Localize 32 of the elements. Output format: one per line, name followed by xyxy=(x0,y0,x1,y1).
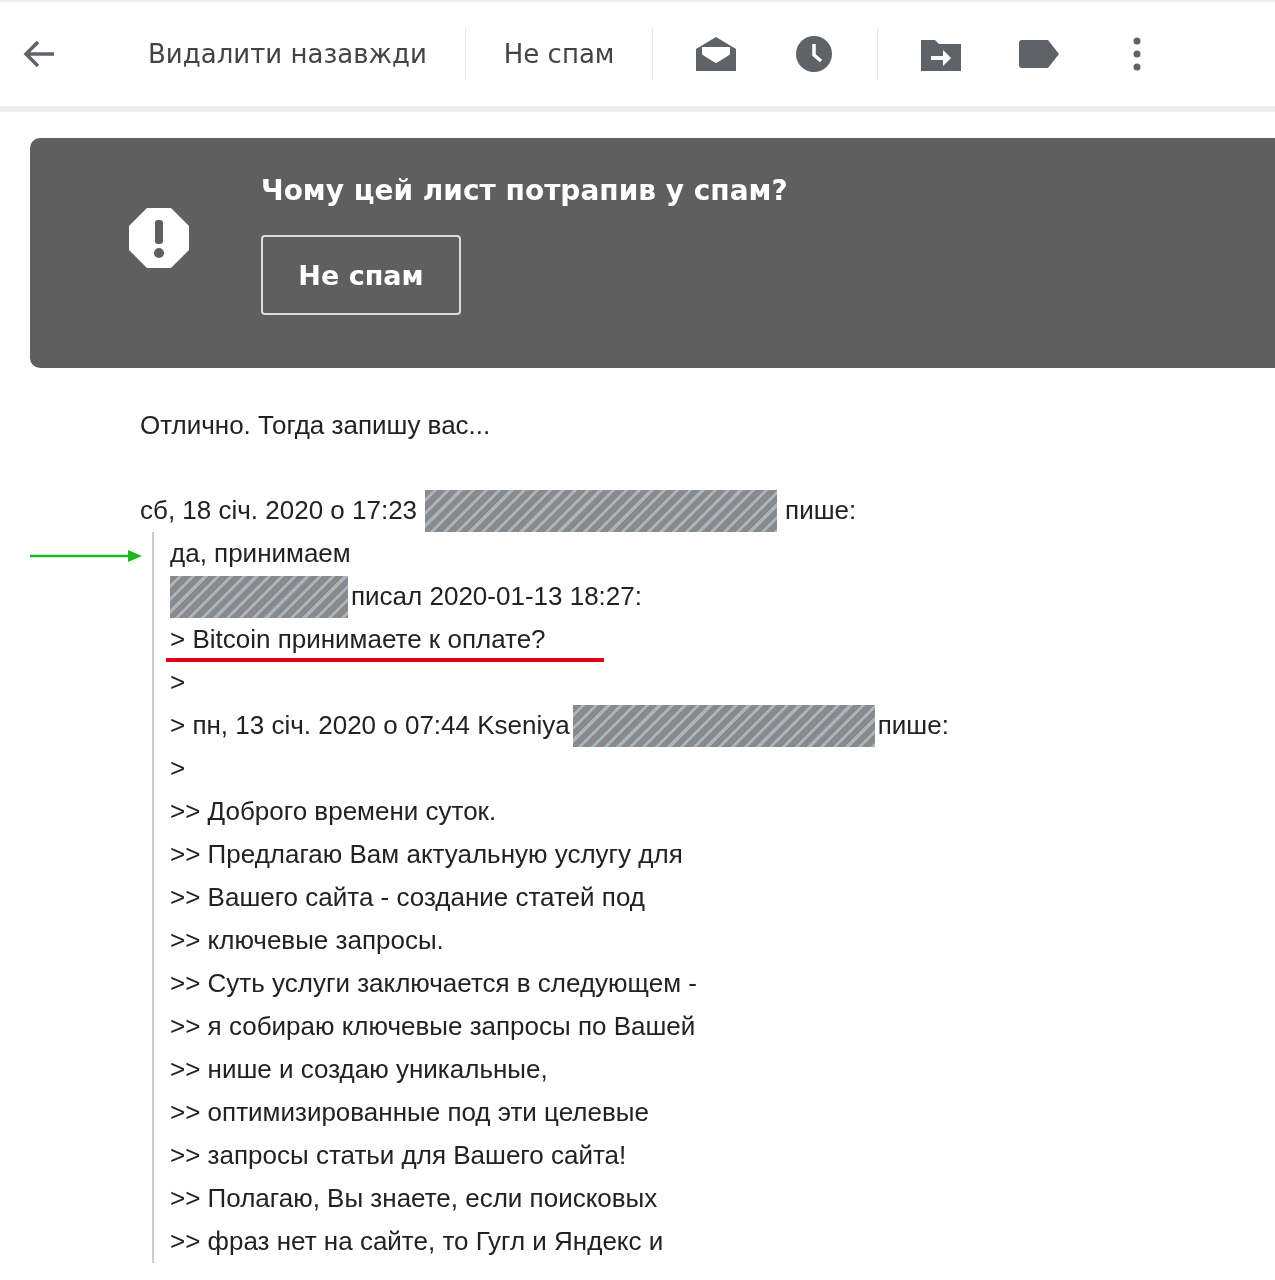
quoted-text: >> я собираю ключевые запросы по Вашей xyxy=(170,1011,696,1042)
quote-attribution: пише: xyxy=(877,710,949,741)
banner-title: Чому цей лист потрапив у спам? xyxy=(261,174,788,207)
quoted-text: > Bitcoin принимаете к оплате? xyxy=(170,624,546,655)
quote-attribution: пише: xyxy=(785,494,857,527)
open-envelope-icon xyxy=(694,35,739,73)
quoted-text: >> Вашего сайта - создание статей под xyxy=(170,882,645,913)
quoted-text: > xyxy=(170,667,186,698)
back-arrow-icon xyxy=(22,39,56,69)
quoted-text: >> нише и создаю уникальные, xyxy=(170,1054,548,1085)
quoted-text: >> ключевые запросы. xyxy=(170,925,444,956)
toolbar-button[interactable]: Не спам xyxy=(483,31,635,77)
tag-icon xyxy=(1019,40,1060,68)
quoted-text: >> Доброго времени суток. xyxy=(170,796,497,827)
quoted-text: >> Суть услуги заключается в следующем - xyxy=(170,968,697,999)
quoted-text: >> фраз нет на сайте, то Гугл и Яндекс и xyxy=(170,1226,664,1257)
quoted-text: да, принимаем xyxy=(170,538,351,569)
not-spam-button[interactable]: Не спам xyxy=(261,235,461,315)
toolbar-button[interactable]: Видалити назавжди xyxy=(128,31,447,77)
quoted-text: >> оптимизированные под эти целевые xyxy=(170,1097,649,1128)
message-text: Отлично. Тогда запишу вас... xyxy=(140,409,492,442)
clock-icon xyxy=(795,35,834,73)
folder-arrow-icon xyxy=(921,37,962,71)
quote-attribution: сб, 18 січ. 2020 о 17:23 xyxy=(140,494,418,527)
more-icon xyxy=(1133,37,1142,71)
quoted-text: >> Предлагаю Вам актуальную услугу для xyxy=(170,839,683,870)
warning-icon xyxy=(127,206,191,270)
quoted-text: >> запросы статьи для Вашего сайта! xyxy=(170,1140,627,1171)
quote-attribution: писал 2020-01-13 18:27: xyxy=(351,581,642,612)
quoted-text: > xyxy=(170,753,186,784)
quoted-text: >> Полагаю, Вы знаете, если поисковых xyxy=(170,1183,658,1214)
quote-attribution: > пн, 13 січ. 2020 о 07:44 Kseniya xyxy=(170,710,570,741)
